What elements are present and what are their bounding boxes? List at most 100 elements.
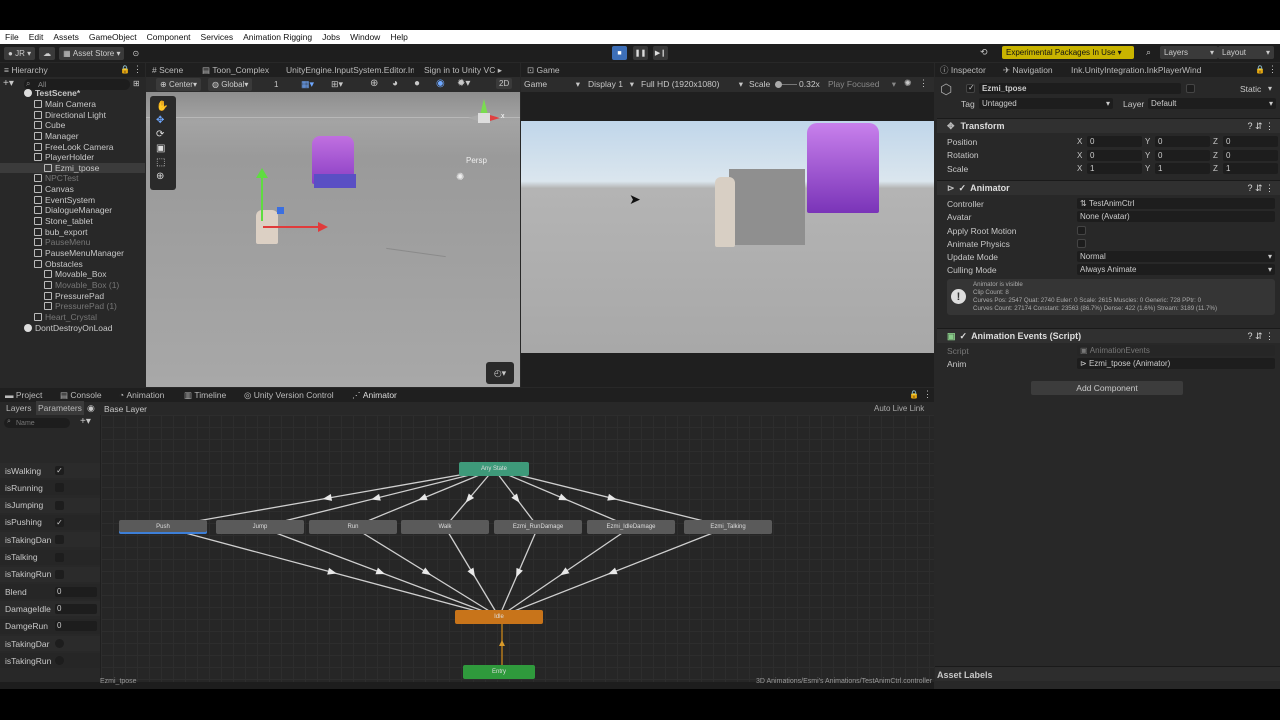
layers-dropdown[interactable]: Layers ▾: [1160, 46, 1218, 59]
transform-x-field[interactable]: 0: [1087, 149, 1142, 161]
state-node[interactable]: Ezmi_Talking: [684, 520, 772, 534]
check-icon[interactable]: ✓: [959, 183, 967, 194]
transform-x-field[interactable]: 1: [1087, 163, 1142, 174]
static-checkbox[interactable]: [1186, 84, 1195, 93]
hierarchy-item[interactable]: DialogueManager: [0, 205, 145, 216]
transform-y-field[interactable]: 0: [1155, 149, 1210, 161]
menu-component[interactable]: Component: [142, 32, 196, 42]
menu-services[interactable]: Services: [196, 32, 239, 42]
hierarchy-item[interactable]: Directional Light: [0, 109, 145, 120]
layer-dropdown[interactable]: Default ▾: [1148, 98, 1276, 109]
hierarchy-item[interactable]: DontDestroyOnLoad: [0, 322, 145, 333]
space-dropdown[interactable]: ◍ Global ▾: [208, 78, 253, 91]
state-node[interactable]: Push: [119, 520, 207, 534]
state-entry[interactable]: Entry: [463, 665, 535, 679]
more-icon[interactable]: ⋮: [1268, 64, 1277, 75]
hierarchy-item[interactable]: PauseMenu: [0, 237, 145, 248]
menu-window[interactable]: Window: [345, 32, 385, 42]
gizmo-x-cone[interactable]: [490, 115, 500, 121]
2d-toggle[interactable]: 2D: [496, 78, 513, 89]
resolution-dropdown[interactable]: Full HD (1920x1080) ▾: [641, 79, 743, 90]
filter-icon[interactable]: ⊞: [133, 79, 140, 88]
transform-z-field[interactable]: 1: [1223, 163, 1278, 174]
hierarchy-item[interactable]: PressurePad: [0, 290, 145, 301]
hierarchy-item[interactable]: PressurePad (1): [0, 301, 145, 312]
hierarchy-item[interactable]: Manager: [0, 131, 145, 142]
snap-value[interactable]: 1: [274, 80, 278, 89]
menu-help[interactable]: Help: [385, 32, 412, 42]
gizmo-z-handle[interactable]: [277, 207, 284, 214]
hierarchy-item[interactable]: EventSystem: [0, 195, 145, 206]
orientation-gizmo[interactable]: x: [464, 99, 506, 135]
state-node[interactable]: Ezmi_RunDamage: [494, 520, 582, 534]
component-menu-icons[interactable]: ? ⇵ ⋮: [1247, 331, 1274, 342]
controller-field[interactable]: ⇅ TestAnimCtrl: [1077, 198, 1275, 209]
anim-field[interactable]: ⊳ Ezmi_tpose (Animator): [1077, 358, 1275, 369]
render-mode-icon[interactable]: ◕: [392, 78, 398, 89]
state-idle-default[interactable]: Idle: [455, 610, 543, 624]
scene-viewport[interactable]: ✋ ✥ ⟳ ▣ ⬚ ⊕ ✺ x Persp ◴▾: [146, 92, 520, 387]
state-node[interactable]: Run: [309, 520, 397, 534]
step-button[interactable]: ▶❙: [653, 46, 668, 60]
menu-file[interactable]: File: [0, 32, 24, 42]
mute-icon[interactable]: ✺: [904, 78, 912, 89]
chevron-down-icon[interactable]: ▾: [1268, 84, 1272, 93]
gizmo-center-cube[interactable]: [478, 113, 490, 123]
object-name-input[interactable]: Ezmi_tpose: [979, 83, 1181, 94]
layout-dropdown[interactable]: Layout ▾: [1218, 46, 1274, 59]
hierarchy-item[interactable]: Movable_Box: [0, 269, 145, 280]
hierarchy-item[interactable]: PauseMenuManager: [0, 248, 145, 259]
hierarchy-item[interactable]: Canvas: [0, 184, 145, 195]
game-viewport[interactable]: ➤: [521, 121, 934, 353]
transform-z-field[interactable]: 0: [1223, 136, 1278, 147]
tab-navigation[interactable]: ✈ Navigation: [1003, 63, 1053, 77]
lock-icon[interactable]: 🔒: [120, 65, 130, 74]
tab-hierarchy[interactable]: ≡ Hierarchy: [4, 63, 48, 77]
pivot-dropdown[interactable]: ⊕ Center ▾: [156, 78, 201, 91]
search-icon[interactable]: ⌕: [1146, 47, 1151, 58]
hierarchy-item[interactable]: NPCTest: [0, 173, 145, 184]
account-button[interactable]: ● JR ▾: [4, 46, 36, 60]
check-icon[interactable]: ✓: [960, 331, 968, 342]
state-node[interactable]: Ezmi_IdleDamage: [587, 520, 675, 534]
hierarchy-item[interactable]: Cube: [0, 120, 145, 131]
menu-gameobject[interactable]: GameObject: [84, 32, 142, 42]
transform-z-field[interactable]: 0: [1223, 149, 1278, 161]
state-any-state[interactable]: Any State: [459, 462, 529, 476]
hierarchy-item[interactable]: Main Camera: [0, 99, 145, 110]
animation-events-header[interactable]: ▣ ✓ Animation Events (Script)? ⇵ ⋮: [937, 328, 1280, 343]
culling-mode-dropdown[interactable]: Always Animate ▾: [1077, 264, 1275, 275]
hierarchy-item[interactable]: Obstacles: [0, 258, 145, 269]
add-component-button[interactable]: Add Component: [1031, 381, 1183, 395]
asset-store-button[interactable]: ▦ Asset Store ▾: [59, 46, 125, 60]
animator-header[interactable]: ⊳ ✓ Animator? ⇵ ⋮: [937, 180, 1280, 195]
pause-button[interactable]: ❚❚: [633, 46, 648, 60]
hierarchy-item[interactable]: TestScene*: [0, 88, 145, 99]
transform-y-field[interactable]: 0: [1155, 136, 1210, 147]
hierarchy-item[interactable]: bub_export: [0, 226, 145, 237]
avatar-field[interactable]: None (Avatar): [1077, 211, 1275, 222]
collab-button[interactable]: ⊙: [128, 47, 143, 60]
active-checkbox[interactable]: ✓: [966, 83, 975, 93]
persp-label[interactable]: Persp: [466, 156, 487, 165]
gizmo-y-arrow[interactable]: [256, 168, 268, 178]
transform-x-field[interactable]: 0: [1087, 136, 1142, 147]
animate-physics-checkbox[interactable]: [1077, 239, 1086, 248]
game-view-dropdown[interactable]: Game ▾: [524, 79, 580, 90]
play-button[interactable]: ■: [612, 46, 627, 60]
tab-ink-player[interactable]: Ink.UnityIntegration.InkPlayerWind: [1071, 63, 1249, 77]
hierarchy-item[interactable]: Movable_Box (1): [0, 280, 145, 291]
update-mode-dropdown[interactable]: Normal ▾: [1077, 251, 1275, 262]
scale-slider-thumb[interactable]: [775, 81, 782, 88]
apply-root-motion-checkbox[interactable]: [1077, 226, 1086, 235]
gizmo-x-arrow[interactable]: [318, 222, 328, 232]
menu-edit[interactable]: Edit: [24, 32, 49, 42]
more-icon[interactable]: ⋮: [133, 64, 142, 75]
hierarchy-item[interactable]: Ezmi_tpose: [0, 162, 145, 174]
component-menu-icons[interactable]: ? ⇵ ⋮: [1247, 183, 1274, 194]
tab-toon-complex[interactable]: ▤ Toon_Complex: [202, 63, 269, 77]
transform-y-field[interactable]: 1: [1155, 163, 1210, 174]
menu-jobs[interactable]: Jobs: [317, 32, 345, 42]
tab-input-system[interactable]: UnityEngine.InputSystem.Editor.In: [286, 63, 414, 77]
tab-inspector[interactable]: ⓘ Inspector: [940, 63, 986, 77]
